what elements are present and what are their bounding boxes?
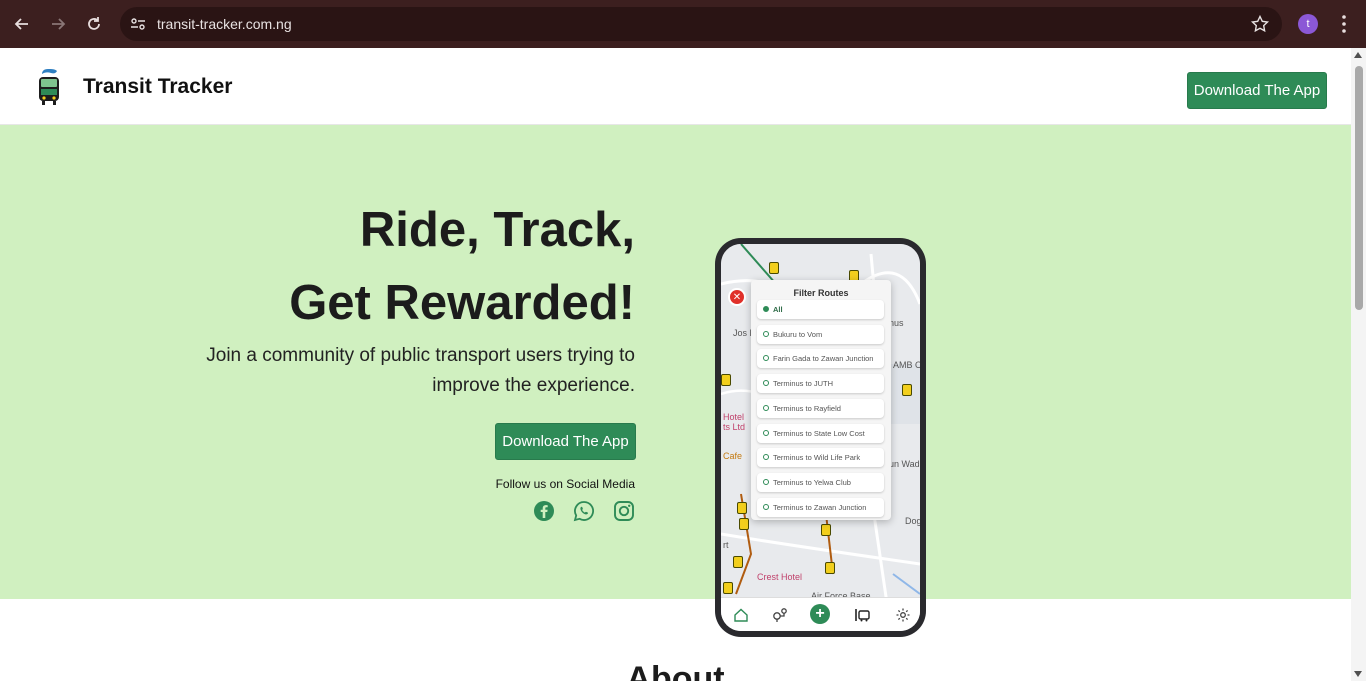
back-icon[interactable] (10, 12, 34, 36)
settings-gear-icon[interactable] (895, 607, 911, 623)
map-label-rt: rt (723, 540, 729, 550)
url-text[interactable]: transit-tracker.com.ng (157, 16, 292, 32)
route-option[interactable]: Terminus to Rayfield (757, 399, 884, 418)
route-option[interactable]: Bukuru to Vom (757, 325, 884, 344)
instagram-icon[interactable] (613, 500, 635, 522)
filter-routes-panel: Filter Routes All Bukuru to Vom Farin Ga… (751, 280, 891, 520)
hero-headline-line1: Ride, Track, (359, 203, 635, 257)
close-filter-icon[interactable]: ✕ (728, 288, 746, 306)
app-screen: Jos N Hotel ts Ltd Cafe Crest Hotel Air … (721, 244, 920, 631)
follow-social-text: Follow us on Social Media (495, 477, 635, 491)
phone-mockup: Jos N Hotel ts Ltd Cafe Crest Hotel Air … (715, 238, 926, 637)
transit-tracker-logo[interactable] (34, 67, 64, 107)
map-label-un-wad: un Wad (889, 459, 920, 469)
bus-marker[interactable] (902, 384, 912, 396)
page-viewport: Transit Tracker Download The App Ride, T… (0, 48, 1366, 681)
header-download-button[interactable]: Download The App (1187, 72, 1327, 109)
radio-icon (763, 454, 769, 460)
brand-name[interactable]: Transit Tracker (83, 75, 232, 99)
site-info-icon[interactable] (128, 14, 148, 34)
address-bar[interactable]: transit-tracker.com.ng (120, 7, 1282, 41)
profile-avatar[interactable]: t (1298, 14, 1318, 34)
radio-icon (763, 504, 769, 510)
route-option[interactable]: Terminus to Zawan Junction (757, 498, 884, 517)
hero-download-button[interactable]: Download The App (495, 423, 636, 460)
hero-tagline: Join a community of public transport use… (206, 345, 635, 396)
route-option[interactable]: Terminus to JUTH (757, 374, 884, 393)
route-option[interactable]: Terminus to Wild Life Park (757, 448, 884, 467)
radio-selected-icon (763, 306, 769, 312)
home-icon[interactable] (733, 607, 749, 623)
browser-menu-icon[interactable] (1334, 13, 1354, 35)
bus-marker[interactable] (723, 582, 733, 594)
hero-section: Ride, Track, Get Rewarded! Join a commun… (0, 125, 1351, 599)
forward-icon[interactable] (46, 12, 70, 36)
bus-marker[interactable] (733, 556, 743, 568)
route-option[interactable]: Farin Gada to Zawan Junction (757, 349, 884, 368)
bus-marker[interactable] (769, 262, 779, 274)
bus-marker[interactable] (737, 502, 747, 514)
route-option[interactable]: Terminus to Yelwa Club (757, 473, 884, 492)
scroll-down-arrow-icon[interactable] (1354, 671, 1362, 677)
map-label-nus: nus (889, 318, 904, 328)
browser-toolbar: transit-tracker.com.ng t (0, 0, 1366, 48)
site-header: Transit Tracker Download The App (0, 48, 1351, 125)
map-label-amb-office: AMB Offi (893, 360, 920, 370)
radio-icon (763, 405, 769, 411)
route-option[interactable]: All (757, 300, 884, 319)
bus-stop-icon[interactable] (854, 607, 870, 623)
hero-headline-line2: Get Rewarded! (289, 276, 635, 330)
radio-icon (763, 331, 769, 337)
bookmark-star-icon[interactable] (1250, 14, 1270, 34)
bus-marker[interactable] (739, 518, 749, 530)
app-bottom-nav: + (721, 597, 920, 631)
bus-marker[interactable] (721, 374, 731, 386)
map-label-ts-ltd: ts Ltd (723, 422, 746, 432)
about-section-title: About (626, 660, 725, 681)
route-map-icon[interactable] (772, 607, 788, 623)
bus-marker[interactable] (825, 562, 835, 574)
add-icon[interactable]: + (810, 604, 830, 624)
map-label-hotel: Hotel (723, 412, 745, 422)
page-scrollbar[interactable] (1351, 48, 1366, 681)
scrollbar-thumb[interactable] (1355, 66, 1363, 310)
facebook-icon[interactable] (533, 500, 555, 522)
route-option[interactable]: Terminus to State Low Cost (757, 424, 884, 443)
bus-marker[interactable] (821, 524, 831, 536)
radio-icon (763, 355, 769, 361)
scroll-up-arrow-icon[interactable] (1354, 52, 1362, 58)
radio-icon (763, 479, 769, 485)
whatsapp-icon[interactable] (573, 500, 595, 522)
map-label-cafe: Cafe (723, 451, 743, 461)
reload-icon[interactable] (82, 12, 106, 36)
filter-routes-title: Filter Routes (793, 288, 849, 298)
radio-icon (763, 380, 769, 386)
radio-icon (763, 430, 769, 436)
map-label-dog: Dog (905, 516, 920, 526)
map-label-crest-hotel: Crest Hotel (757, 572, 803, 582)
